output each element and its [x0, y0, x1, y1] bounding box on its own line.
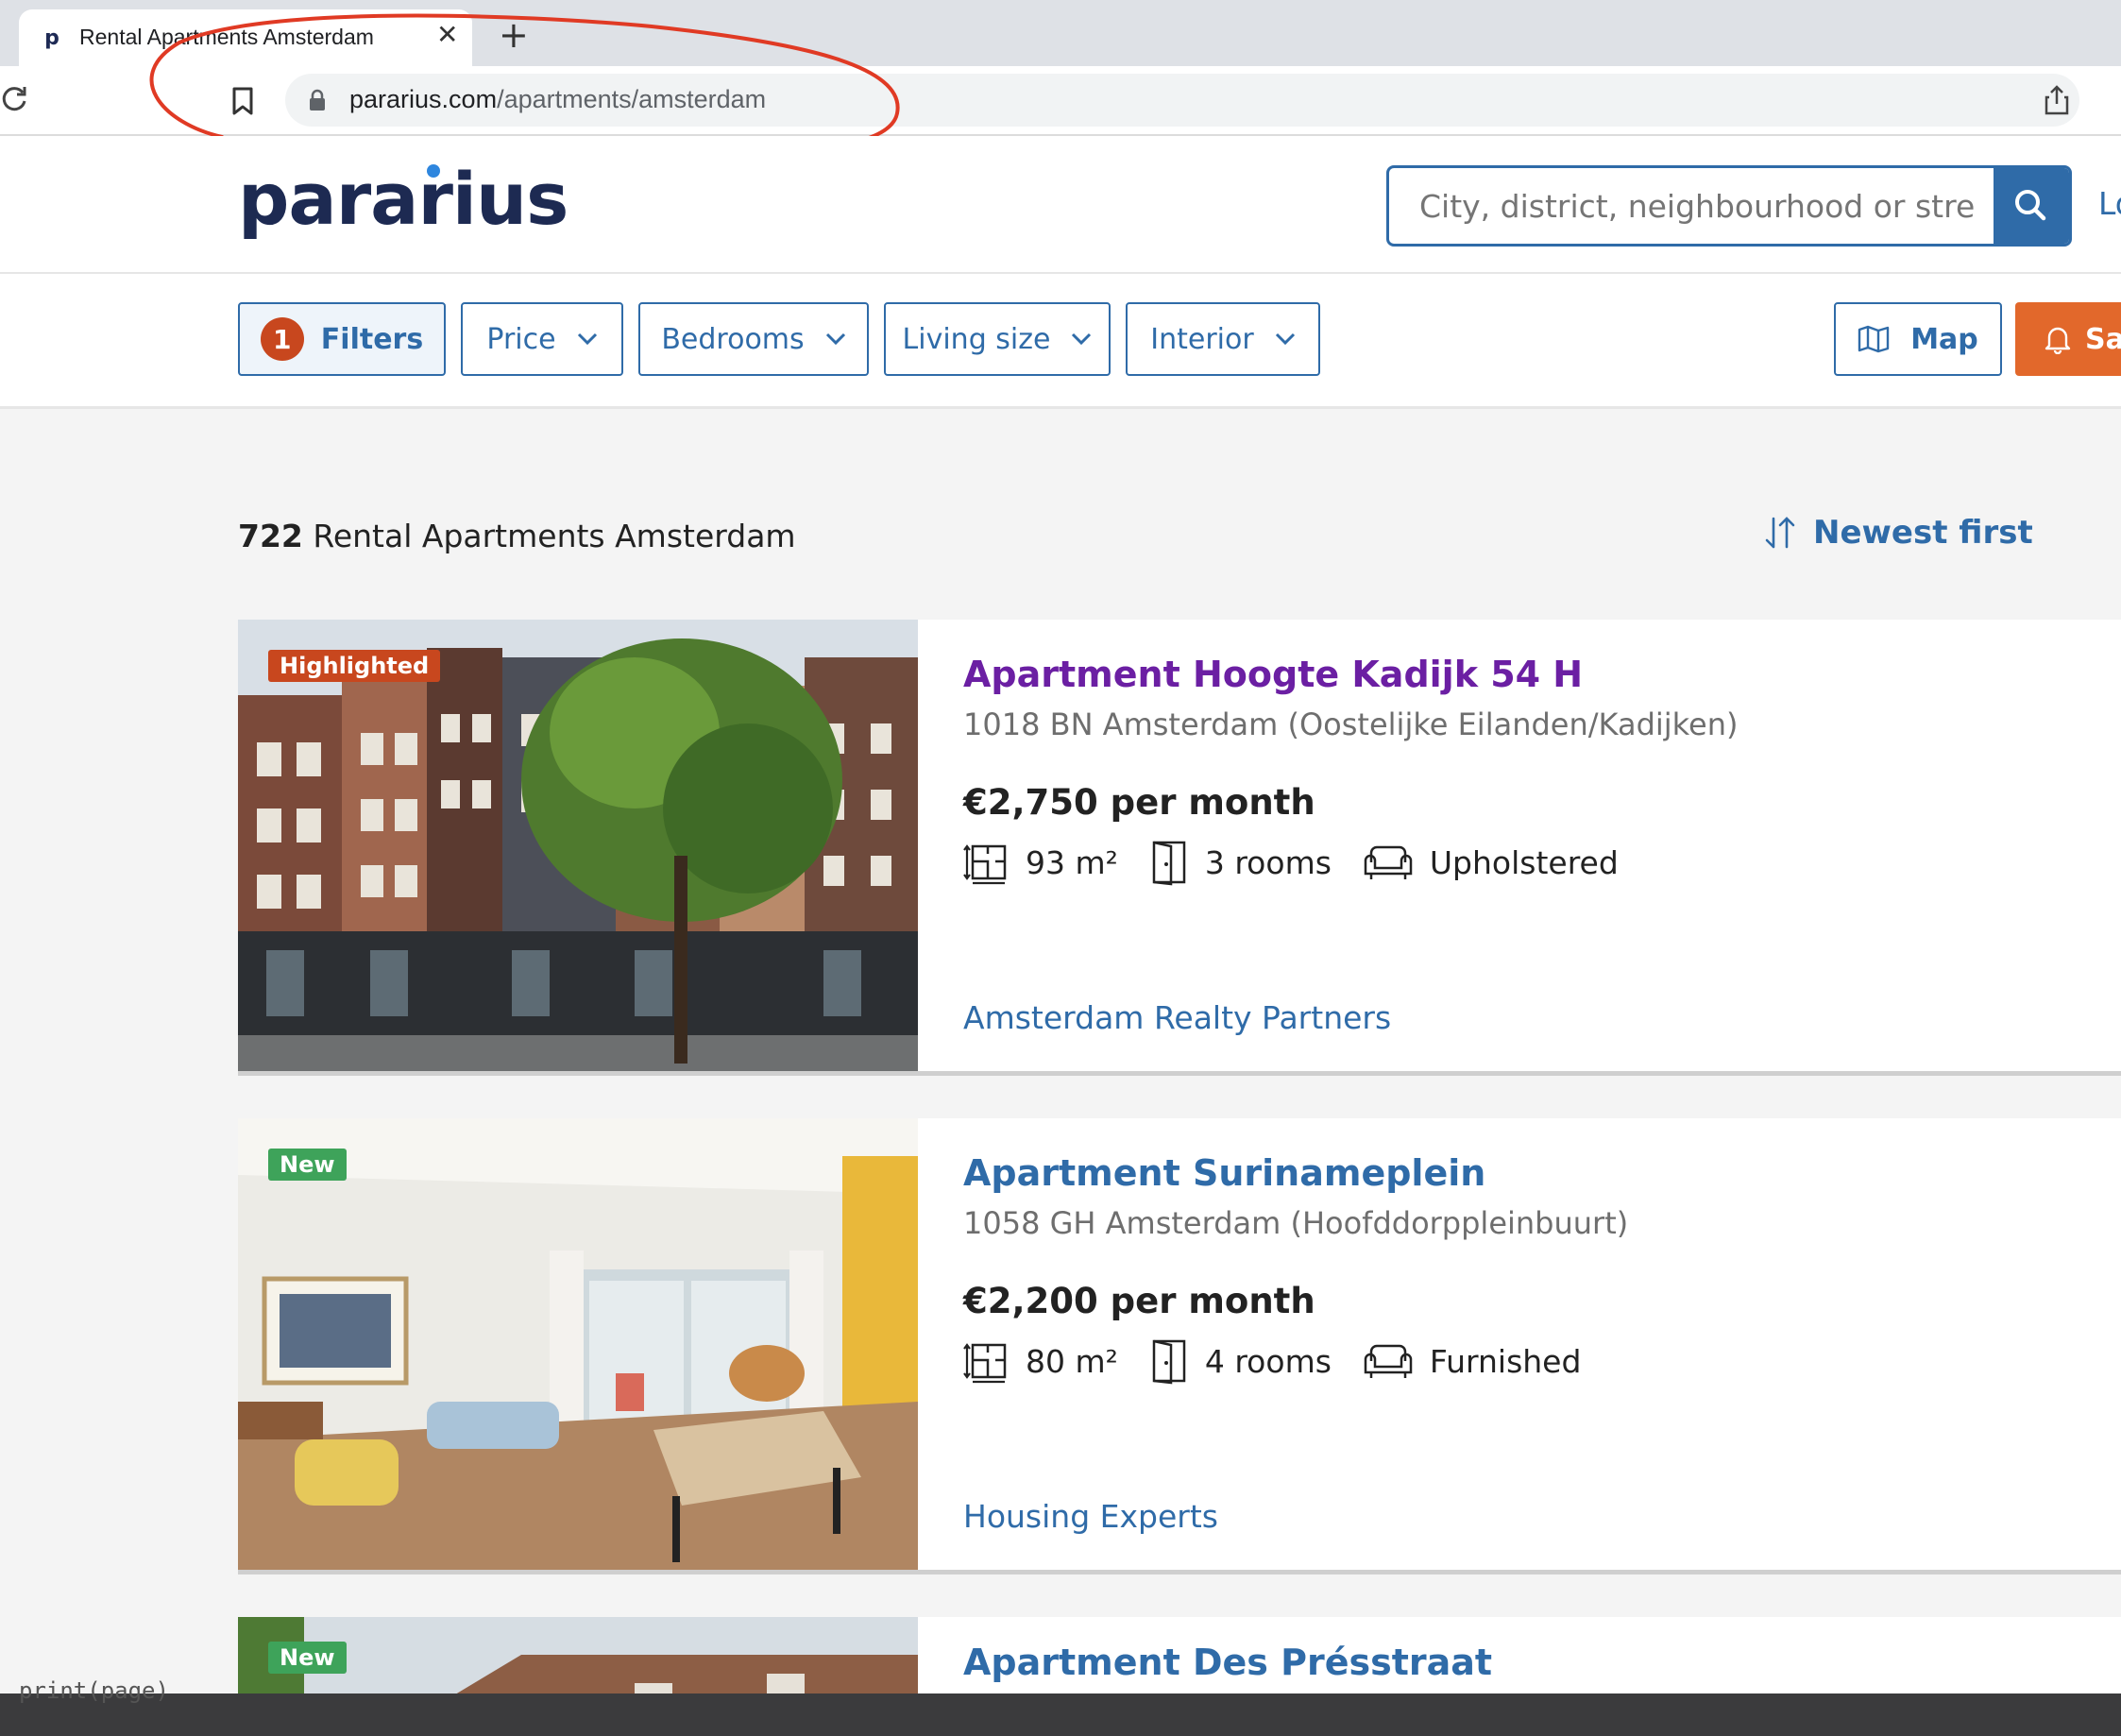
results-count: 722 [238, 518, 303, 554]
sort-arrows-icon [1765, 517, 1795, 549]
feature-size-text: 93 m² [1026, 843, 1118, 881]
listing-photo[interactable]: Highlighted [238, 620, 918, 1071]
close-tab-icon[interactable]: ✕ [436, 21, 458, 49]
address-bar[interactable]: pararius.com/apartments/amsterdam [285, 74, 2079, 127]
listing-features: 93 m² 3 rooms Upholstered [963, 839, 1649, 886]
search-box [1386, 165, 2072, 247]
favicon-icon: p [40, 26, 64, 51]
save-search-button[interactable]: Sa [2015, 302, 2121, 376]
search-icon [2015, 190, 2046, 221]
listing-card[interactable]: New Apartment Surinameplein 1058 GH Amst… [238, 1118, 2121, 1574]
sort-control[interactable]: Newest first [1764, 514, 2033, 552]
living-room-image [238, 1118, 918, 1570]
listing-title[interactable]: Apartment Surinameplein [963, 1152, 1485, 1194]
feature-interior-text: Furnished [1429, 1342, 1582, 1380]
interior-label: Interior [1150, 322, 1254, 356]
code-peek-text: print(page) [19, 1677, 169, 1704]
chevron-down-icon [825, 332, 845, 346]
reload-icon[interactable] [0, 85, 28, 113]
pararius-logo[interactable]: pararius [238, 157, 568, 241]
chevron-down-icon [1275, 332, 1295, 346]
filter-count-badge: 1 [260, 317, 304, 361]
filter-bar: 1 Filters Price Bedrooms Living size Int… [0, 274, 2121, 409]
browser-tab[interactable]: p Rental Apartments Amsterdam ✕ [19, 9, 472, 66]
lock-icon [310, 89, 325, 111]
chevron-down-icon [577, 332, 597, 346]
listing-price: €2,200 per month [963, 1281, 1315, 1321]
map-icon [1858, 325, 1890, 353]
new-tab-icon[interactable]: + [499, 17, 529, 53]
results-title: Rental Apartments Amsterdam [313, 518, 796, 554]
price-label: Price [486, 322, 556, 356]
feature-rooms-text: 3 rooms [1204, 843, 1332, 881]
listing-title[interactable]: Apartment Des Présstraat [963, 1642, 1492, 1683]
feature-size: 93 m² [963, 839, 1118, 886]
price-dropdown[interactable]: Price [461, 302, 623, 376]
sort-label: Newest first [1813, 514, 2033, 552]
site-header: pararius Lo [0, 136, 2121, 275]
sofa-icon [1364, 845, 1413, 879]
listing-card[interactable]: Highlighted Apartment Hoogte Kadijk 54 H… [238, 620, 2121, 1076]
feature-interior: Upholstered [1362, 842, 1619, 883]
url-path: /apartments/amsterdam [497, 85, 767, 113]
feature-interior: Furnished [1362, 1340, 1582, 1382]
chevron-down-icon [1072, 332, 1092, 346]
new-badge: New [268, 1149, 347, 1181]
feature-size: 80 m² [963, 1337, 1118, 1385]
feature-rooms: 4 rooms [1148, 1337, 1332, 1385]
listing-agent[interactable]: Housing Experts [963, 1498, 1218, 1535]
logo-dot [427, 164, 440, 178]
bottom-strip [0, 1693, 2121, 1736]
feature-rooms: 3 rooms [1148, 839, 1332, 886]
results-heading: 722 Rental Apartments Amsterdam [238, 518, 796, 554]
search-button[interactable] [1994, 168, 2069, 244]
sofa-icon [1364, 1344, 1413, 1378]
map-label: Map [1910, 322, 1978, 356]
search-input[interactable] [1389, 168, 2005, 244]
bell-icon [2045, 327, 2071, 354]
filters-button[interactable]: 1 Filters [238, 302, 446, 376]
url-host: pararius.com [349, 85, 498, 113]
feature-size-text: 80 m² [1026, 1342, 1118, 1380]
door-icon [1152, 1339, 1186, 1385]
share-icon[interactable] [2044, 85, 2070, 115]
canal-houses-image [238, 620, 918, 1071]
bookmark-icon[interactable] [230, 87, 255, 115]
login-link[interactable]: Lo [2098, 185, 2121, 222]
listing-agent[interactable]: Amsterdam Realty Partners [963, 999, 1391, 1036]
feature-rooms-text: 4 rooms [1204, 1342, 1332, 1380]
interior-dropdown[interactable]: Interior [1126, 302, 1320, 376]
browser-toolbar: pararius.com/apartments/amsterdam [0, 66, 2121, 136]
listing-title[interactable]: Apartment Hoogte Kadijk 54 H [963, 654, 1583, 695]
filters-label: Filters [320, 322, 424, 356]
floorplan-icon [963, 1343, 1007, 1384]
listing-photo[interactable]: New [238, 1118, 918, 1570]
living-size-dropdown[interactable]: Living size [884, 302, 1111, 376]
floorplan-icon [963, 844, 1007, 885]
bedrooms-label: Bedrooms [661, 322, 805, 356]
feature-interior-text: Upholstered [1429, 843, 1619, 881]
living-size-label: Living size [902, 322, 1051, 356]
new-badge: New [268, 1642, 347, 1674]
bedrooms-dropdown[interactable]: Bedrooms [638, 302, 869, 376]
door-icon [1152, 841, 1186, 886]
url-text[interactable]: pararius.com/apartments/amsterdam [349, 85, 766, 114]
tab-title: Rental Apartments Amsterdam [79, 25, 374, 49]
browser-tabstrip: p Rental Apartments Amsterdam ✕ + [0, 0, 2121, 66]
listing-address: 1058 GH Amsterdam (Hoofddorppleinbuurt) [963, 1205, 1629, 1241]
map-button[interactable]: Map [1834, 302, 2002, 376]
save-label: Sa [2085, 322, 2121, 356]
highlighted-badge: Highlighted [268, 650, 441, 682]
listing-price: €2,750 per month [963, 782, 1315, 823]
listing-features: 80 m² 4 rooms Furnished [963, 1337, 1611, 1385]
listing-address: 1018 BN Amsterdam (Oostelijke Eilanden/K… [963, 706, 1739, 742]
